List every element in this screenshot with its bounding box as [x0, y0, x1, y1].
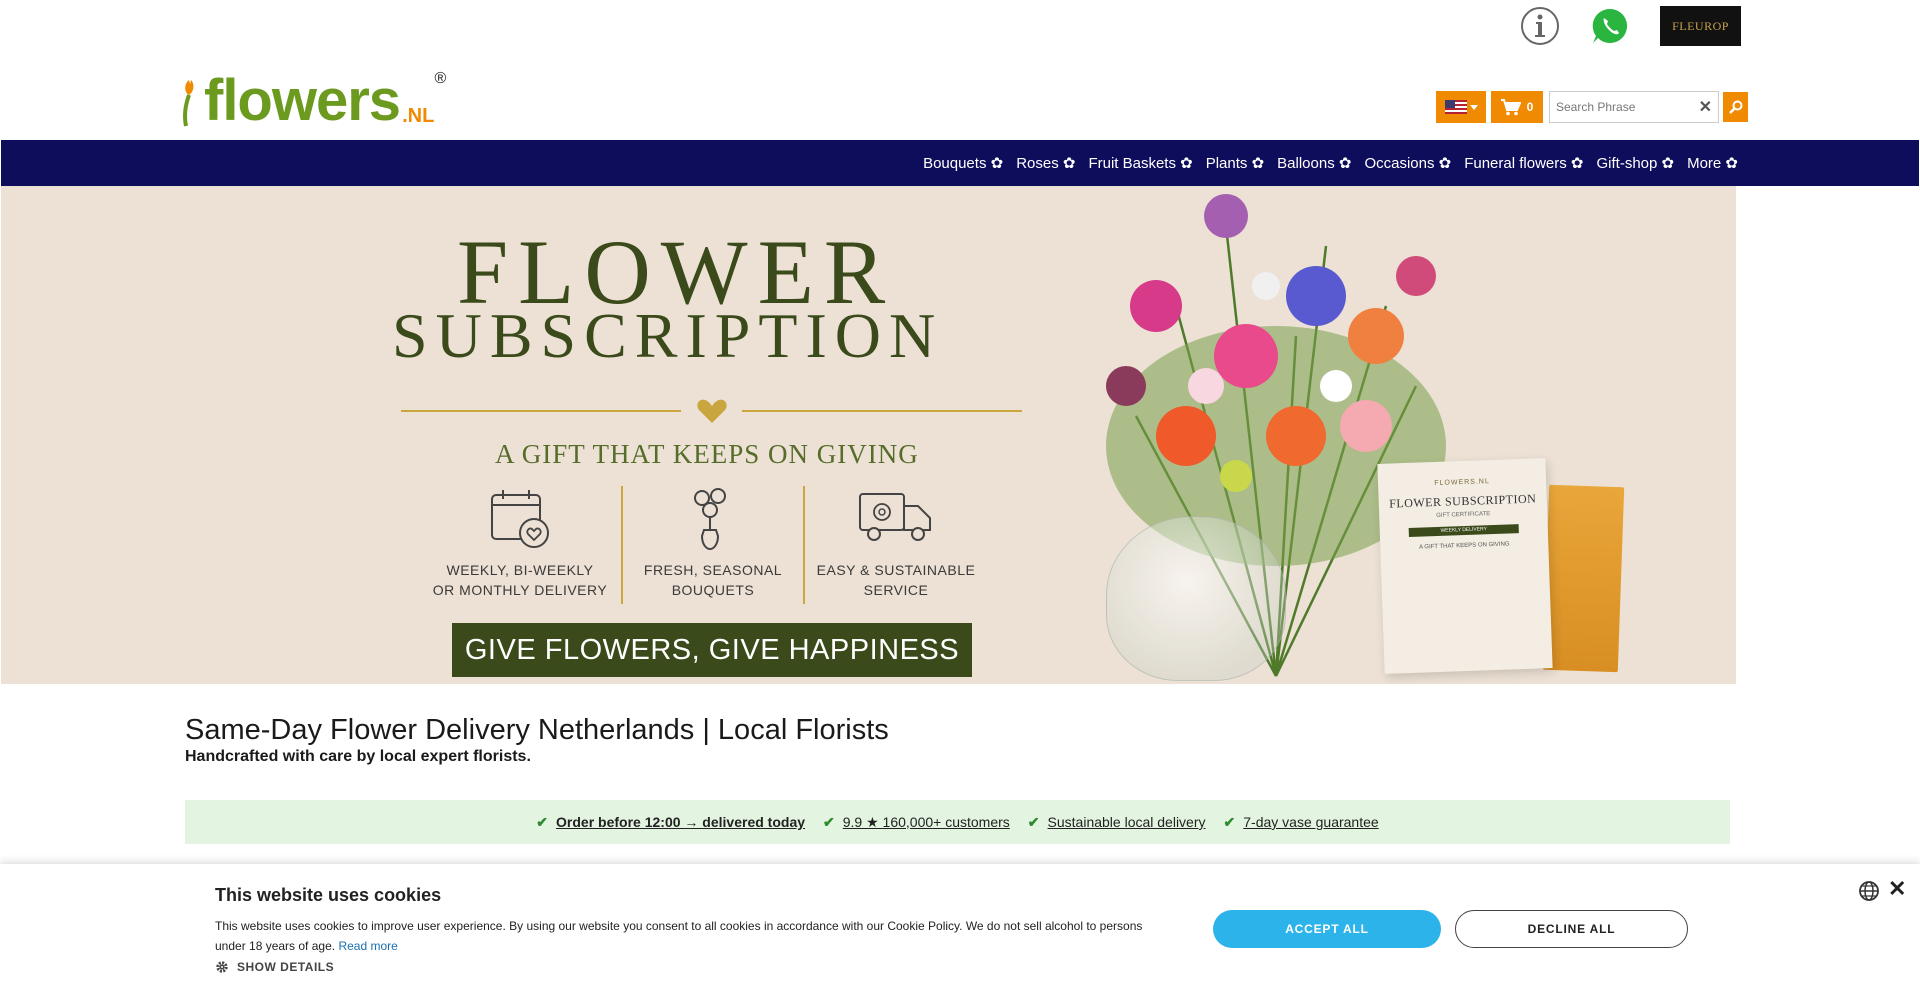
- glass-vase: [1106, 516, 1286, 681]
- hero-banner[interactable]: FLOWER SUBSCRIPTION A GIFT THAT KEEPS ON…: [1, 186, 1736, 684]
- accept-all-button[interactable]: ACCEPT ALL: [1213, 910, 1441, 948]
- usp-item[interactable]: ✔ 7-day vase guarantee: [1224, 814, 1379, 831]
- nav-item-balloons[interactable]: Balloons ✿: [1277, 154, 1351, 172]
- top-icons: FLEUROP: [1520, 6, 1741, 46]
- nav-item-bouquets[interactable]: Bouquets ✿: [923, 154, 1003, 172]
- hero-divider-right: [742, 410, 1022, 412]
- nav-item-fruit-baskets[interactable]: Fruit Baskets ✿: [1088, 154, 1192, 172]
- show-details-toggle[interactable]: SHOW DETAILS: [215, 960, 334, 974]
- feature-service: EASY & SUSTAINABLE SERVICE: [801, 486, 991, 600]
- main-nav: Bouquets ✿ Roses ✿ Fruit Baskets ✿ Plant…: [1, 140, 1919, 186]
- cart-icon: [1500, 98, 1521, 115]
- feature-service-line2: SERVICE: [863, 582, 929, 598]
- site-logo[interactable]: flowers .NL ®: [180, 68, 446, 133]
- clear-search-icon[interactable]: ✕: [1699, 97, 1712, 117]
- fleurop-label: FLEUROP: [1672, 18, 1729, 33]
- chevron-down-icon: [1469, 104, 1478, 110]
- language-selector[interactable]: [1436, 91, 1486, 123]
- usp-text: Order before 12:00 → delivered today: [556, 814, 806, 830]
- search-icon: [1728, 100, 1742, 114]
- logo-text: flowers: [204, 68, 401, 133]
- certificate-subtitle: GIFT CERTIFICATE: [1436, 511, 1491, 519]
- close-icon[interactable]: ✕: [1888, 876, 1906, 902]
- hero-tagline: A GIFT THAT KEEPS ON GIVING: [495, 439, 919, 469]
- nav-item-plants[interactable]: Plants ✿: [1206, 154, 1264, 172]
- feature-bouquets-line2: BOUQUETS: [671, 582, 755, 598]
- feature-bouquets: FRESH, SEASONAL BOUQUETS: [618, 486, 808, 600]
- nav-item-occasions[interactable]: Occasions ✿: [1364, 154, 1451, 172]
- gear-icon: [216, 961, 228, 973]
- nav-item-gift-shop[interactable]: Gift-shop ✿: [1596, 154, 1674, 172]
- page-subtitle: Handcrafted with care by local expert fl…: [185, 748, 531, 765]
- decline-all-button[interactable]: DECLINE ALL: [1455, 910, 1688, 948]
- delivery-truck-icon: [859, 493, 931, 541]
- info-icon[interactable]: [1520, 6, 1560, 46]
- cookie-banner: This website uses cookies This website u…: [0, 864, 1920, 993]
- search-box: ✕: [1549, 91, 1719, 123]
- read-more-link[interactable]: Read more: [338, 939, 397, 953]
- usp-bar: ✔ Order before 12:00 → delivered today ✔…: [185, 800, 1730, 844]
- whatsapp-icon[interactable]: [1590, 6, 1630, 46]
- logo-registered: ®: [434, 70, 447, 87]
- usp-item[interactable]: ✔ Sustainable local delivery: [1028, 814, 1206, 831]
- feature-delivery: WEEKLY, BI-WEEKLY OR MONTHLY DELIVERY: [425, 486, 615, 600]
- us-flag-icon: [1444, 100, 1467, 114]
- hero-title-line2: SUBSCRIPTION: [392, 300, 944, 371]
- check-icon: ✔: [823, 813, 835, 830]
- cart-button[interactable]: 0: [1491, 91, 1543, 123]
- certificate-band: WEEKLY DELIVERY: [1408, 524, 1519, 537]
- usp-text: Sustainable local delivery: [1047, 814, 1206, 830]
- feature-delivery-line1: WEEKLY, BI-WEEKLY: [446, 562, 594, 578]
- check-icon: ✔: [1027, 813, 1040, 830]
- logo-suffix: .NL: [402, 105, 435, 127]
- hero-divider-left: [401, 410, 681, 412]
- flower-vase-icon: [694, 488, 726, 551]
- cart-count: 0: [1526, 100, 1534, 114]
- hero-cta-banner[interactable]: GIVE FLOWERS, GIVE HAPPINESS: [452, 623, 972, 677]
- page-title: Same-Day Flower Delivery Netherlands | L…: [185, 714, 889, 746]
- cookie-text: This website uses cookies to improve use…: [215, 916, 1165, 956]
- nav-item-funeral-flowers[interactable]: Funeral flowers ✿: [1464, 154, 1583, 172]
- feature-delivery-line2: OR MONTHLY DELIVERY: [432, 582, 608, 598]
- cookie-title: This website uses cookies: [215, 885, 442, 905]
- show-details-label: SHOW DETAILS: [237, 960, 335, 974]
- search-button[interactable]: [1723, 92, 1748, 122]
- gift-certificate: FLOWERS.NL FLOWER SUBSCRIPTION GIFT CERT…: [1377, 458, 1553, 674]
- globe-icon[interactable]: [1858, 880, 1880, 902]
- certificate-tagline: A GIFT THAT KEEPS ON GIVING: [1418, 541, 1510, 551]
- usp-text: 9.9 ★ 160,000+ customers: [842, 813, 1010, 830]
- usp-text: 7-day vase guarantee: [1243, 814, 1379, 830]
- calendar-heart-icon: [491, 490, 549, 548]
- page: FLEUROP flowers .NL ® 0 ✕: [0, 0, 1920, 993]
- feature-bouquets-line1: FRESH, SEASONAL: [643, 562, 783, 578]
- usp-item[interactable]: ✔ 9.9 ★ 160,000+ customers: [823, 814, 1010, 831]
- check-icon: ✔: [1223, 813, 1236, 830]
- check-icon: ✔: [536, 813, 549, 830]
- gift-envelope: [1542, 484, 1625, 673]
- heart-icon: [697, 399, 727, 423]
- nav-item-more[interactable]: More ✿: [1687, 154, 1738, 172]
- tulip-logo-icon: [183, 80, 194, 127]
- certificate-brand: FLOWERS.NL: [1434, 478, 1490, 488]
- certificate-title: FLOWER SUBSCRIPTION: [1388, 491, 1537, 511]
- nav-item-roses[interactable]: Roses ✿: [1016, 154, 1075, 172]
- feature-service-line1: EASY & SUSTAINABLE: [816, 562, 976, 578]
- header-tools: 0 ✕: [1436, 91, 1748, 123]
- search-input[interactable]: [1556, 100, 1699, 114]
- fleurop-logo[interactable]: FLEUROP: [1660, 6, 1741, 46]
- usp-item[interactable]: ✔ Order before 12:00 → delivered today: [536, 814, 805, 831]
